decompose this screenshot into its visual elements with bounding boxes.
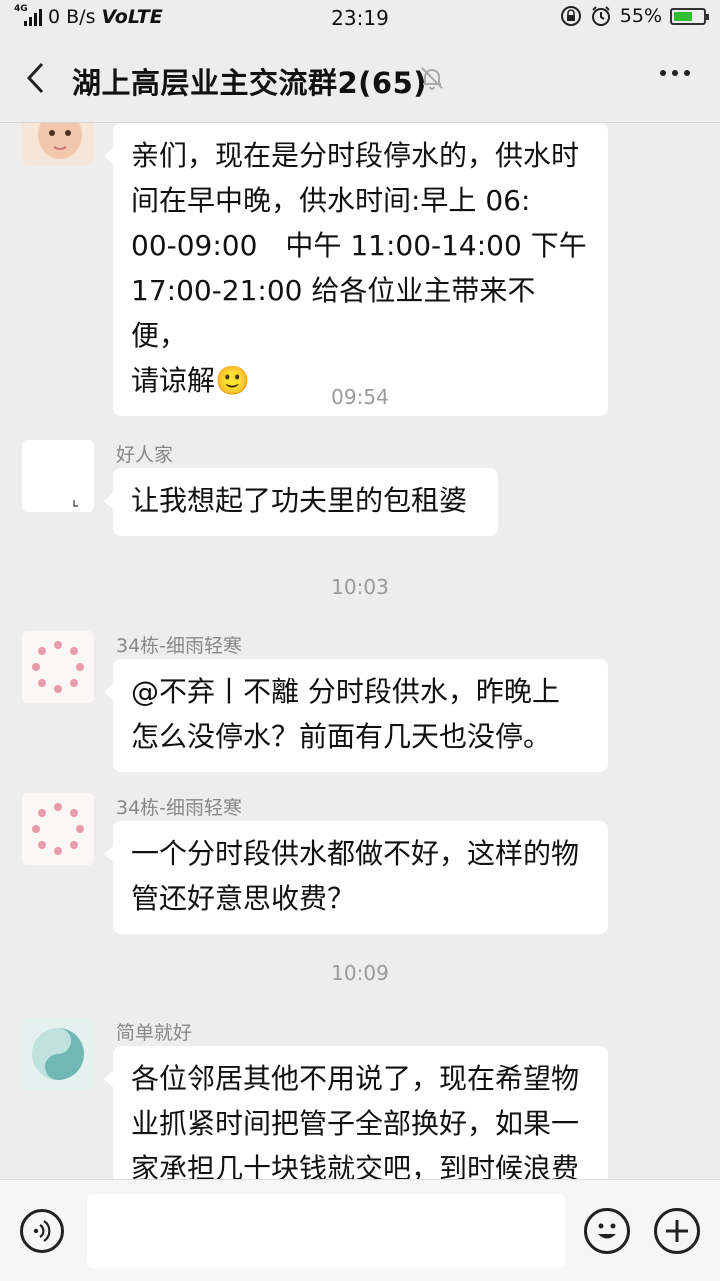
battery-percent: 55%	[619, 5, 662, 27]
message-text: 间在早中晚，供水时间:早上 06:	[131, 184, 531, 217]
voice-wave-icon	[33, 1220, 51, 1242]
message-bubble[interactable]: 一个分时段供水都做不好，这样的物 管还好意思收费？	[104, 821, 608, 934]
smiley-icon	[598, 1223, 616, 1239]
status-right: 55%	[560, 5, 709, 27]
message-timestamp: 10:03	[331, 575, 389, 599]
blank-avatar-icon[interactable]	[22, 440, 94, 512]
message-bubble[interactable]: 各位邻居其他不用说了，现在希望物 业抓紧时间把管子全部换好，如果一 家承担几十块…	[104, 1046, 608, 1179]
sender-name: 34栋-细雨轻寒	[116, 635, 243, 657]
message-input[interactable]	[87, 1194, 565, 1268]
sender-name: 好人家	[116, 444, 174, 466]
baby-photo-icon[interactable]	[22, 123, 94, 165]
more-functions-button[interactable]	[654, 1208, 700, 1254]
chat-message-list[interactable]: 亲们，现在是分时段停水的，供水时 间在早中晚，供水时间:早上 06: 00-09…	[0, 123, 720, 1179]
sender-name: 34栋-细雨轻寒	[116, 797, 243, 819]
chat-header: 湖上高层业主交流群2(65)	[0, 36, 720, 123]
back-arrow-icon[interactable]	[22, 60, 52, 96]
message-text: 业抓紧时间把管子全部换好，如果一	[131, 1107, 580, 1140]
voice-input-button[interactable]	[20, 1209, 64, 1253]
alarm-icon	[591, 6, 610, 26]
more-options-icon[interactable]	[660, 70, 690, 76]
message-text: 家承担几十块钱就交吧，到时候浪费	[131, 1152, 580, 1179]
chat-input-bar	[0, 1179, 720, 1281]
message-text: @不弃丨不離 分时段供水，昨晚上	[131, 675, 560, 708]
message-timestamp: 09:54	[331, 385, 389, 409]
emoji-button[interactable]	[584, 1208, 630, 1254]
message-text: 一个分时段供水都做不好，这样的物	[131, 837, 580, 870]
message-text: 管还好意思收费？	[131, 882, 356, 915]
message-text: 17:00-21:00 给各位业主带来不便，	[131, 274, 536, 352]
message-text: 怎么没停水？前面有几天也没停。	[131, 720, 552, 753]
message-bubble[interactable]: 让我想起了功夫里的包租婆	[104, 468, 498, 536]
mute-bell-icon	[421, 67, 443, 90]
message-timestamp: 10:09	[331, 961, 389, 985]
message-bubble[interactable]: @不弃丨不離 分时段供水，昨晚上 怎么没停水？前面有几天也没停。	[104, 659, 608, 772]
cherry-blossom-wreath-icon[interactable]	[22, 631, 94, 703]
cherry-blossom-wreath-icon[interactable]	[22, 793, 94, 865]
message-text: 00-09:00 中午 11:00-14:00 下午	[131, 229, 587, 262]
yin-yang-avatar-icon[interactable]	[22, 1018, 94, 1090]
lock-rotation-icon	[560, 6, 581, 26]
battery-icon	[670, 7, 709, 25]
plus-icon	[666, 1220, 688, 1242]
chat-title: 湖上高层业主交流群2(65)	[72, 66, 428, 100]
message-text: 亲们，现在是分时段停水的，供水时	[131, 139, 580, 172]
message-text: 各位邻居其他不用说了，现在希望物	[131, 1062, 580, 1095]
message-bubble[interactable]: 亲们，现在是分时段停水的，供水时 间在早中晚，供水时间:早上 06: 00-09…	[104, 123, 608, 416]
message-text: 让我想起了功夫里的包租婆	[131, 484, 468, 517]
sender-name: 简单就好	[116, 1022, 193, 1044]
status-bar: 4G 0 B/s VoLTE 23:19 55%	[0, 0, 720, 36]
